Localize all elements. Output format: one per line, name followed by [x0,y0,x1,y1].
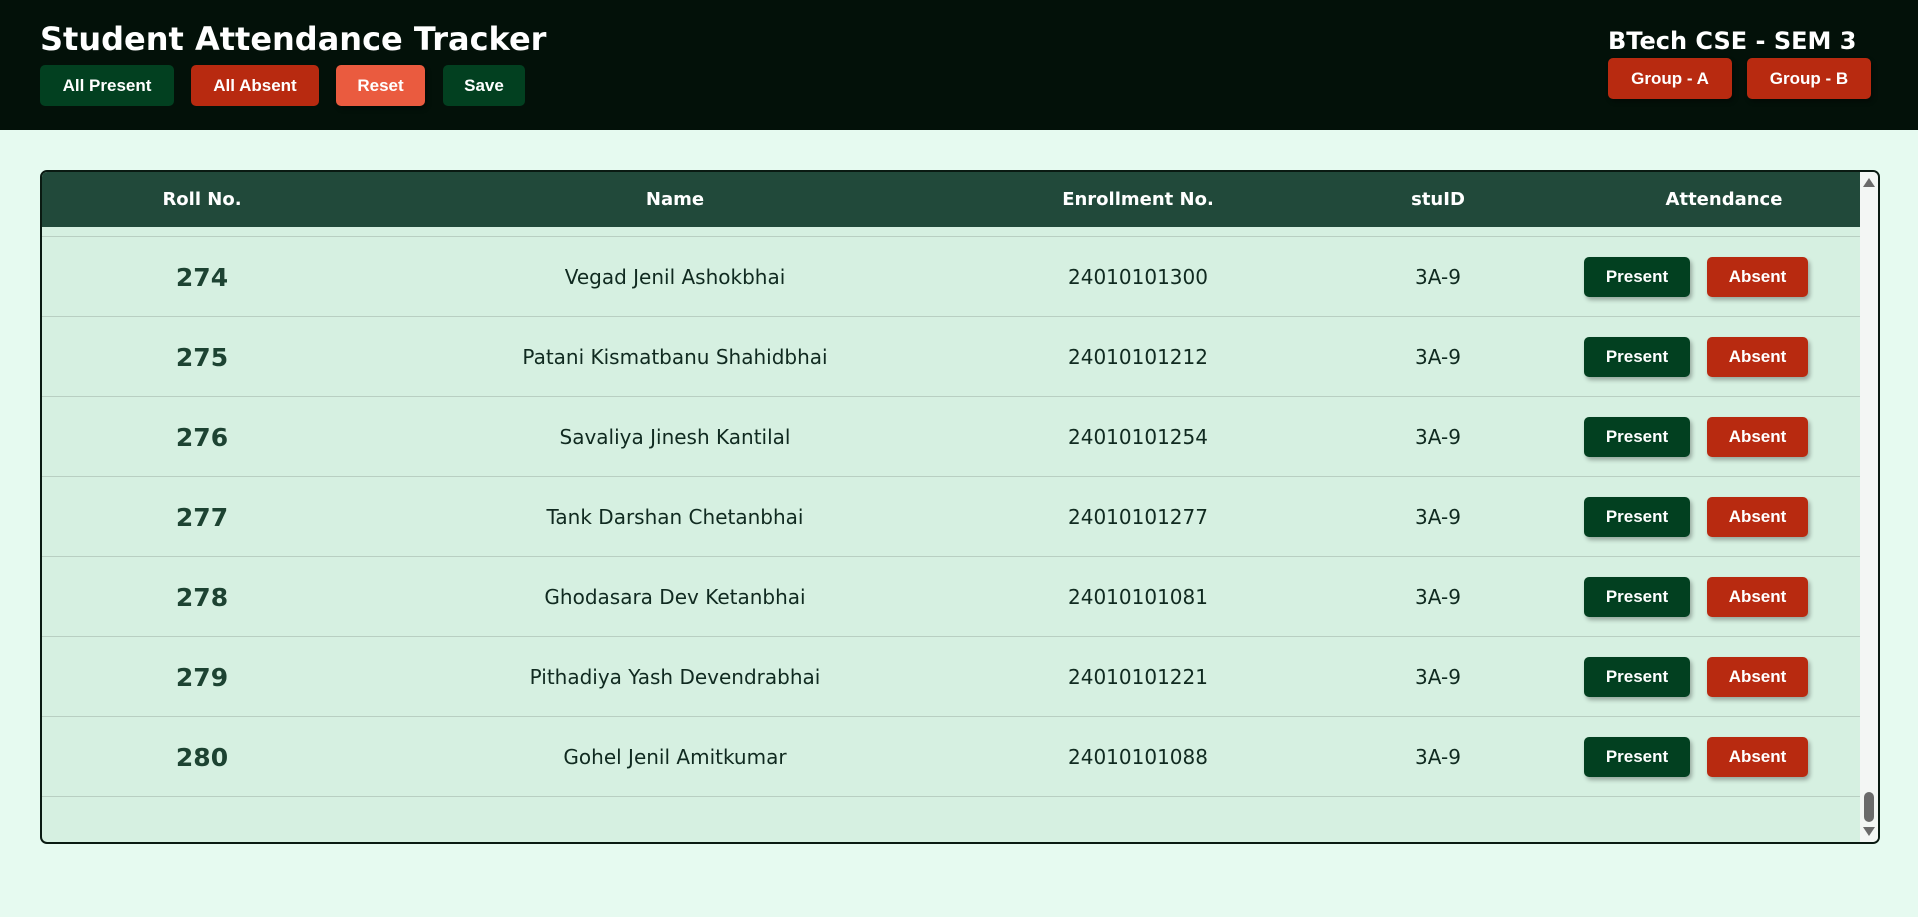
column-header-name: Name [645,189,705,210]
reset-button[interactable]: Reset [336,65,425,106]
top-bar: Student Attendance Tracker All Present A… [0,0,1918,130]
roll-number-cell: 275 [175,342,229,372]
absent-button[interactable]: Absent [1707,337,1808,377]
table-row: 279 Pithadiya Yash Devendrabhai 2401010122… [42,637,1860,717]
roll-number-cell: 277 [175,502,229,532]
table-row: 278 Ghodasara Dev Ketanbhai 24010101081 3A-… [42,557,1860,637]
student-name-cell: Vegad Jenil Ashokbhai [564,265,786,289]
column-header-enrollment: Enrollment No. [1062,189,1214,210]
table-body: 273Padhariya Ruturajsinh Sureshbhai24010… [42,172,1860,842]
present-button[interactable]: Present [1584,337,1690,377]
class-label: BTech CSE - SEM 3 [1608,27,1857,55]
student-name-cell: Savaliya Jinesh Kantilal [559,425,791,449]
group-a-button[interactable]: Group - A [1608,58,1732,99]
absent-button[interactable]: Absent [1707,657,1808,697]
table-header: Roll No. Name Enrollment No. stuID Atten… [42,172,1860,227]
enrollment-number-cell: 24010101300 [1068,265,1208,289]
page-title: Student Attendance Tracker [40,20,547,58]
column-header-roll: Roll No. [162,189,242,210]
roll-number-cell: 278 [175,582,229,612]
present-button[interactable]: Present [1584,577,1690,617]
roll-number-cell: 280 [175,742,229,772]
absent-button[interactable]: Absent [1707,737,1808,777]
enrollment-number-cell: 24010101212 [1068,345,1208,369]
stuid-cell: 3A-9 [1415,265,1461,289]
absent-button[interactable]: Absent [1707,497,1808,537]
enrollment-number-cell: 24010101088 [1068,745,1208,769]
table-row: 274 Vegad Jenil Ashokbhai 24010101300 3A-9 P… [42,237,1860,317]
stuid-cell: 3A-9 [1415,665,1461,689]
all-present-button[interactable]: All Present [40,65,174,106]
column-header-stuid: stuID [1411,189,1465,210]
present-button[interactable]: Present [1584,737,1690,777]
vertical-scrollbar[interactable] [1860,172,1878,842]
present-button[interactable]: Present [1584,497,1690,537]
stuid-cell: 3A-9 [1415,345,1461,369]
table-scroll-area[interactable]: 273Padhariya Ruturajsinh Sureshbhai24010… [42,172,1860,842]
all-absent-button[interactable]: All Absent [191,65,319,106]
stuid-cell: 3A-9 [1415,585,1461,609]
absent-button[interactable]: Absent [1707,577,1808,617]
absent-button[interactable]: Absent [1707,417,1808,457]
absent-button[interactable]: Absent [1707,257,1808,297]
table-row: 280 Gohel Jenil Amitkumar 24010101088 3A-9 P… [42,717,1860,797]
table-row: 275 Patani Kismatbanu Shahidbhai 240101012… [42,317,1860,397]
save-button[interactable]: Save [443,65,525,106]
column-header-attendance: Attendance [1665,189,1783,210]
present-button[interactable]: Present [1584,257,1690,297]
table-row: 277 Tank Darshan Chetanbhai 24010101277 3A-… [42,477,1860,557]
enrollment-number-cell: 24010101277 [1068,505,1208,529]
present-button[interactable]: Present [1584,417,1690,457]
stuid-cell: 3A-9 [1415,425,1461,449]
scroll-up-icon[interactable] [1863,178,1875,187]
enrollment-number-cell: 24010101254 [1068,425,1208,449]
stuid-cell: 3A-9 [1415,745,1461,769]
roll-number-cell: 276 [175,422,229,452]
student-name-cell: Tank Darshan Chetanbhai [546,505,804,529]
roll-number-cell: 274 [175,262,229,292]
attendance-table: 273Padhariya Ruturajsinh Sureshbhai24010… [40,170,1880,844]
enrollment-number-cell: 24010101221 [1068,665,1208,689]
present-button[interactable]: Present [1584,657,1690,697]
scroll-down-icon[interactable] [1863,827,1875,836]
roll-number-cell: 279 [175,662,229,692]
student-name-cell: Gohel Jenil Amitkumar [563,745,787,769]
student-name-cell: Patani Kismatbanu Shahidbhai [522,345,828,369]
student-name-cell: Ghodasara Dev Ketanbhai [544,585,806,609]
stuid-cell: 3A-9 [1415,505,1461,529]
enrollment-number-cell: 24010101081 [1068,585,1208,609]
table-row: 276 Savaliya Jinesh Kantilal 24010101254 3A… [42,397,1860,477]
scroll-thumb[interactable] [1864,792,1874,822]
student-name-cell: Pithadiya Yash Devendrabhai [529,665,821,689]
group-b-button[interactable]: Group - B [1747,58,1871,99]
